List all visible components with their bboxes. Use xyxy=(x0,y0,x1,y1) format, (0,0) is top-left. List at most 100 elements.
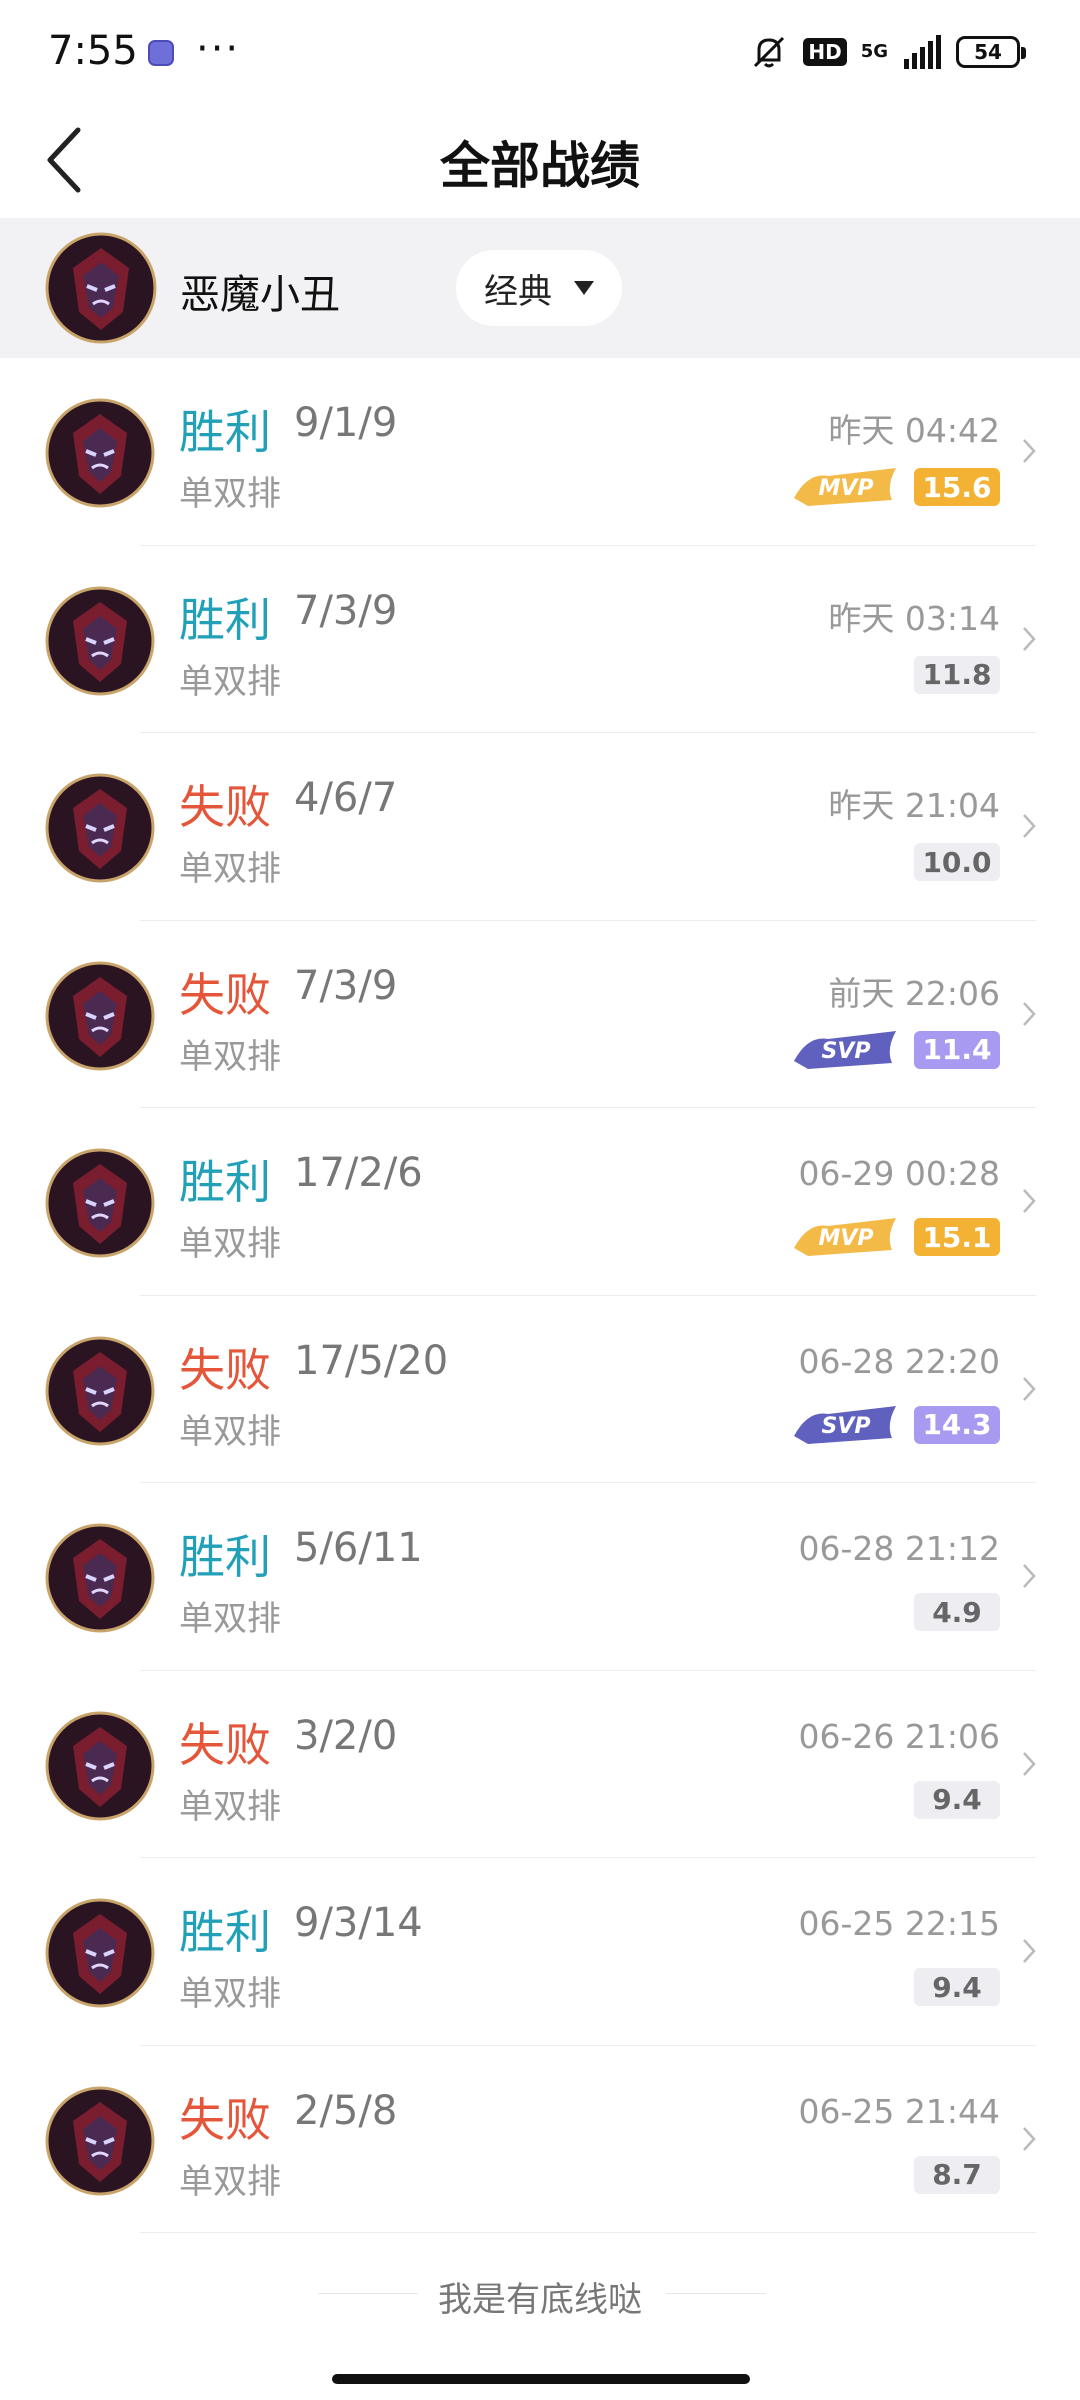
match-result: 失败 xyxy=(179,967,271,1022)
chevron-right-icon xyxy=(1023,1939,1036,1963)
battery-level: 54 xyxy=(974,40,1002,64)
match-time: 前天 22:06 xyxy=(828,973,1000,1013)
match-mode: 单双排 xyxy=(179,1786,281,1827)
match-time: 06-28 22:20 xyxy=(798,1341,1000,1381)
match-row[interactable]: 失败 3/2/0 单双排 06-26 21:06 9.4 xyxy=(0,1671,1080,1858)
match-mode: 单双排 xyxy=(179,1036,281,1077)
status-time: 7:55 xyxy=(48,28,138,74)
match-mode: 单双排 xyxy=(179,849,281,889)
match-time: 06-25 21:44 xyxy=(798,2091,1000,2131)
match-mode: 单双排 xyxy=(179,661,281,702)
champion-avatar xyxy=(45,1523,155,1633)
match-result: 胜利 xyxy=(179,1530,271,1584)
chevron-right-icon xyxy=(1023,814,1036,838)
badge-label: MVP xyxy=(818,476,873,501)
badge-label: MVP xyxy=(818,1226,873,1251)
hd-icon: HD xyxy=(803,38,847,66)
match-row[interactable]: 失败 4/6/7 单双排 昨天 21:04 10.0 xyxy=(0,733,1080,921)
mode-selector-dropdown[interactable]: 经典 xyxy=(456,250,622,326)
match-result: 失败 xyxy=(179,1717,271,1772)
match-score: 15.1 xyxy=(914,1218,1000,1256)
chevron-right-icon xyxy=(1023,1189,1036,1213)
match-result: 胜利 xyxy=(179,1155,271,1209)
champion-avatar xyxy=(45,773,155,883)
match-result: 胜利 xyxy=(179,592,271,647)
match-row[interactable]: 失败 2/5/8 单双排 06-25 21:44 8.7 xyxy=(0,2046,1080,2233)
chevron-right-icon xyxy=(1023,626,1036,651)
match-row[interactable]: 失败 7/3/9 单双排 前天 22:06 SVP 11.4 xyxy=(0,921,1080,1108)
status-bar: 7:55 ··· HD 5G 54 xyxy=(0,0,1080,100)
match-kda: 3/2/0 xyxy=(294,1712,398,1759)
more-notifications-icon: ··· xyxy=(196,26,241,72)
match-score: 15.6 xyxy=(914,468,1000,506)
svp-badge-icon: SVP xyxy=(794,1030,896,1069)
match-score: 8.7 xyxy=(914,2155,1000,2194)
match-row[interactable]: 胜利 17/2/6 单双排 06-29 00:28 MVP 15.1 xyxy=(0,1108,1080,1296)
match-time: 06-26 21:06 xyxy=(798,1716,1000,1756)
chevron-right-icon xyxy=(1023,1751,1036,1776)
page-title: 全部战绩 xyxy=(440,137,640,195)
champion-avatar xyxy=(45,398,155,508)
badge-label: SVP xyxy=(822,1414,871,1439)
champion-avatar xyxy=(45,1711,155,1820)
match-mode: 单双排 xyxy=(179,2161,281,2202)
champion-avatar xyxy=(45,1898,155,2008)
match-mode: 单双排 xyxy=(179,1599,281,1639)
chevron-right-icon xyxy=(1023,2126,1036,2151)
match-kda: 7/3/9 xyxy=(294,962,398,1009)
match-kda: 2/5/8 xyxy=(294,2087,398,2134)
status-right: HD 5G 54 xyxy=(749,30,1026,74)
champion-avatar xyxy=(45,2086,155,2195)
match-score: 9.4 xyxy=(914,1780,1000,1819)
network-type: 5G xyxy=(860,41,888,62)
match-time: 昨天 04:42 xyxy=(828,411,1000,450)
list-end-footer: 我是有底线哒 xyxy=(0,2258,1080,2328)
match-kda: 17/2/6 xyxy=(294,1150,423,1196)
mode-selector-label: 经典 xyxy=(484,271,552,312)
mute-icon xyxy=(754,36,785,68)
player-avatar[interactable] xyxy=(45,232,157,344)
match-score: 9.4 xyxy=(914,1968,1000,2006)
match-kda: 9/3/14 xyxy=(294,1900,423,1946)
match-mode: 单双排 xyxy=(179,1411,281,1452)
match-row[interactable]: 胜利 9/3/14 单双排 06-25 22:15 9.4 xyxy=(0,1858,1080,2046)
chevron-right-icon xyxy=(1023,1001,1036,1026)
match-score: 4.9 xyxy=(914,1593,1000,1631)
champion-avatar xyxy=(45,1336,155,1445)
match-score: 11.4 xyxy=(914,1030,1000,1069)
mvp-badge-icon: MVP xyxy=(794,1218,896,1256)
match-row[interactable]: 胜利 9/1/9 单双排 昨天 04:42 MVP 15.6 xyxy=(0,358,1080,546)
app-notification-icon xyxy=(148,40,174,66)
match-time: 06-25 22:15 xyxy=(798,1904,1000,1943)
row-divider xyxy=(140,2232,1036,2233)
match-mode: 单双排 xyxy=(179,1974,281,2014)
footer-divider-right xyxy=(666,2293,766,2294)
caret-down-icon xyxy=(574,281,594,295)
match-score: 11.8 xyxy=(914,655,1000,694)
match-row[interactable]: 胜利 7/3/9 单双排 昨天 03:14 11.8 xyxy=(0,546,1080,733)
match-score: 10.0 xyxy=(914,843,1000,881)
home-indicator[interactable] xyxy=(332,2374,750,2384)
mvp-badge-icon: MVP xyxy=(794,468,896,506)
match-result: 胜利 xyxy=(179,1905,271,1959)
match-result: 失败 xyxy=(179,780,271,834)
champion-avatar xyxy=(45,961,155,1070)
match-row[interactable]: 胜利 5/6/11 单双排 06-28 21:12 4.9 xyxy=(0,1483,1080,1671)
match-kda: 7/3/9 xyxy=(294,587,398,634)
match-kda: 9/1/9 xyxy=(294,400,398,446)
chevron-right-icon xyxy=(1023,1564,1036,1588)
match-score: 14.3 xyxy=(914,1405,1000,1444)
nav-bar: 全部战绩 xyxy=(0,100,1080,218)
match-time: 昨天 03:14 xyxy=(828,598,1000,638)
signal-icon xyxy=(904,35,941,69)
battery-icon: 54 xyxy=(956,36,1026,68)
match-kda: 5/6/11 xyxy=(294,1525,423,1571)
profile-header: 恶魔小丑 经典 xyxy=(0,218,1080,358)
match-kda: 17/5/20 xyxy=(294,1337,449,1384)
badge-label: SVP xyxy=(822,1039,871,1064)
match-row[interactable]: 失败 17/5/20 单双排 06-28 22:20 SVP 14.3 xyxy=(0,1296,1080,1483)
chevron-right-icon xyxy=(1023,1376,1036,1401)
match-mode: 单双排 xyxy=(179,474,281,514)
match-result: 失败 xyxy=(179,2092,271,2147)
match-time: 昨天 21:04 xyxy=(828,786,1000,825)
